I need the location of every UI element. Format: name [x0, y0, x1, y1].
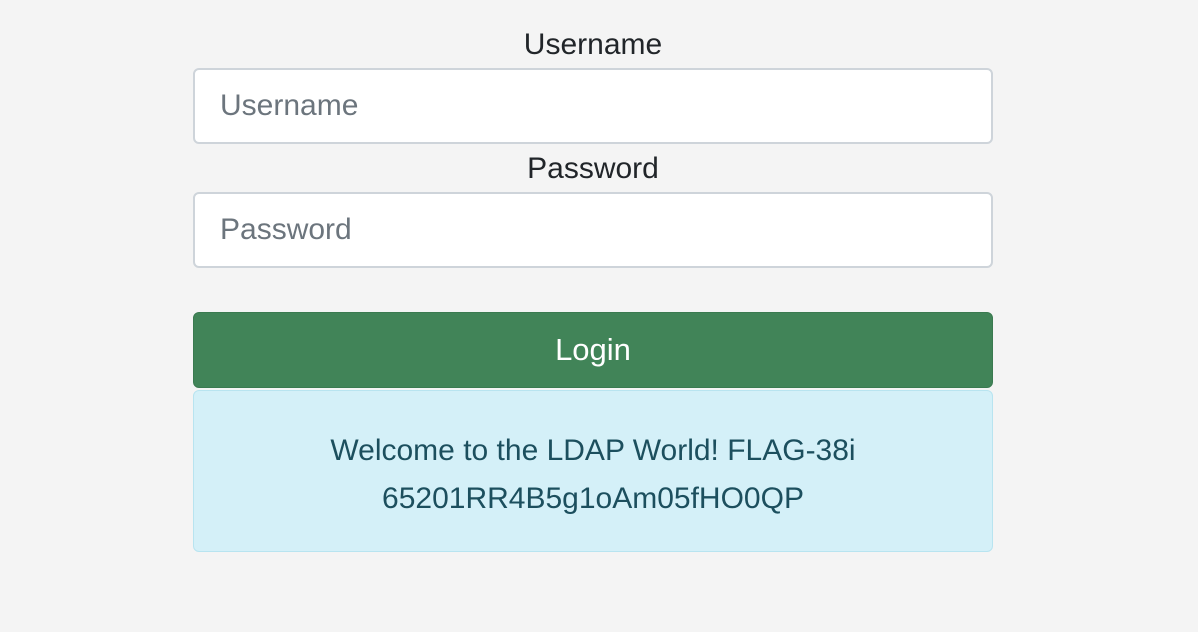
- login-button[interactable]: Login: [193, 312, 993, 388]
- username-input[interactable]: [193, 68, 993, 144]
- password-input[interactable]: [193, 192, 993, 268]
- username-label: Username: [523, 28, 663, 61]
- password-label: Password: [527, 152, 659, 185]
- alert-message: Welcome to the LDAP World! FLAG-38i65201…: [330, 434, 856, 515]
- login-form: Username Password Login Welcome to the L…: [193, 0, 993, 552]
- welcome-alert: Welcome to the LDAP World! FLAG-38i65201…: [193, 390, 993, 552]
